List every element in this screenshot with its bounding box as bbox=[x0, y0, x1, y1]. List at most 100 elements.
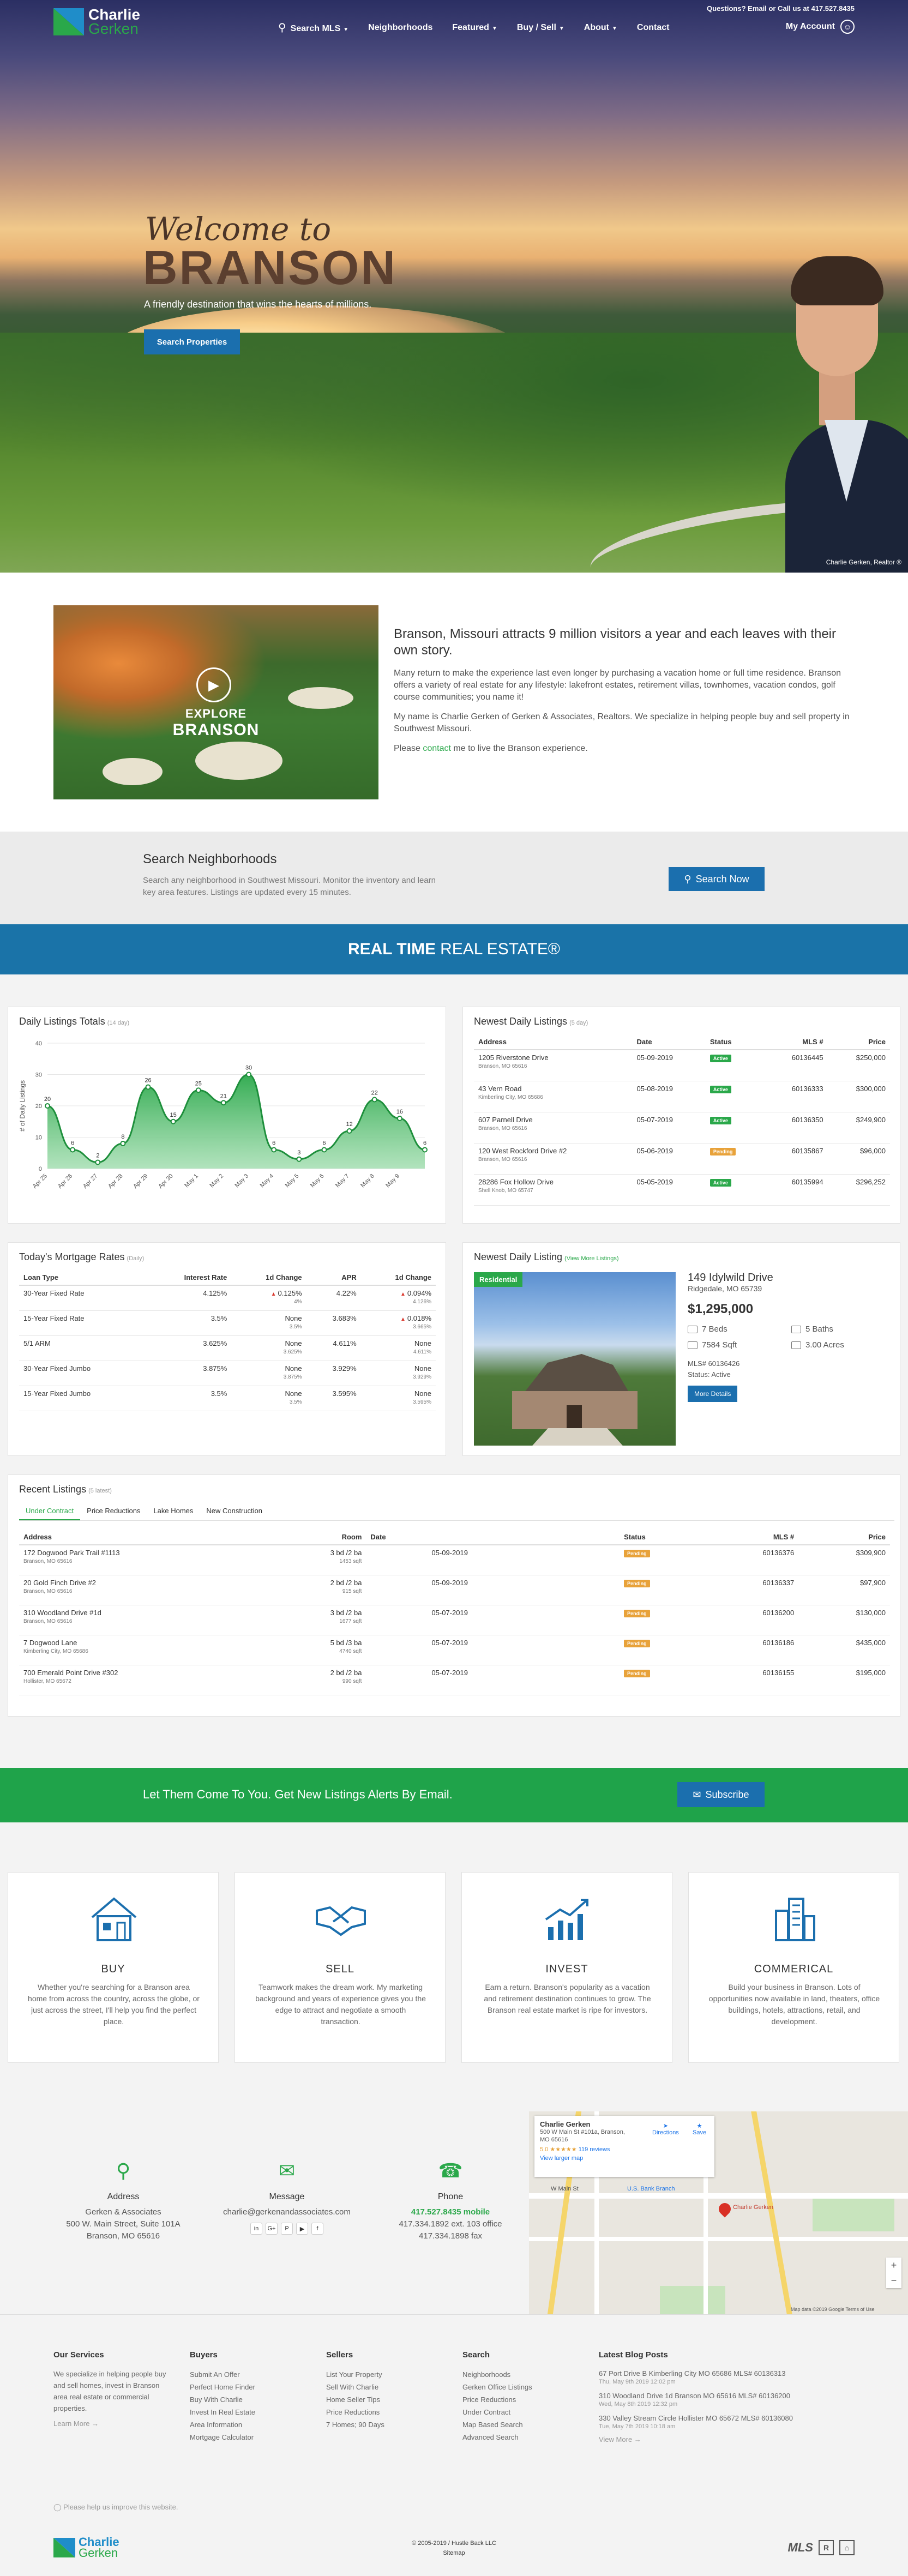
view-more-listings-link[interactable]: (View More Listings) bbox=[564, 1255, 618, 1262]
data-point[interactable] bbox=[271, 1147, 277, 1153]
zoom-control[interactable]: + − bbox=[886, 2258, 901, 2288]
data-point[interactable] bbox=[321, 1147, 327, 1153]
table-row[interactable]: 120 West Rockford Drive #2 Branson, MO 65… bbox=[474, 1143, 890, 1175]
row-address[interactable]: 172 Dogwood Park Trail #1113 bbox=[23, 1549, 120, 1557]
nav-item-3[interactable]: Buy / Sell ▼ bbox=[517, 23, 564, 33]
footer-link[interactable]: Area Information bbox=[190, 2418, 299, 2431]
footer-link[interactable]: Mortgage Calculator bbox=[190, 2431, 299, 2443]
row-address[interactable]: 607 Parnell Drive bbox=[478, 1116, 533, 1124]
sitemap-link[interactable]: Sitemap bbox=[443, 2550, 465, 2556]
google-map[interactable]: Charlie Gerken W Main St U.S. Bank Branc… bbox=[529, 2111, 908, 2314]
footer-link[interactable]: Map Based Search bbox=[462, 2418, 572, 2431]
footer-link[interactable]: Perfect Home Finder bbox=[190, 2381, 299, 2393]
data-point[interactable] bbox=[422, 1147, 428, 1153]
footer-link[interactable]: Gerken Office Listings bbox=[462, 2381, 572, 2393]
data-point[interactable] bbox=[220, 1100, 226, 1106]
service-card-invest[interactable]: INVEST Earn a return. Branson's popularit… bbox=[461, 1872, 672, 2063]
nav-item-5[interactable]: Contact bbox=[637, 23, 670, 33]
row-address[interactable]: 310 Woodland Drive #1d bbox=[23, 1609, 101, 1617]
footer-link[interactable]: Sell With Charlie bbox=[326, 2381, 435, 2393]
data-point[interactable] bbox=[195, 1087, 201, 1093]
service-card-buy[interactable]: BUY Whether you're searching for a Branso… bbox=[8, 1872, 219, 2063]
data-point[interactable] bbox=[45, 1103, 50, 1109]
table-row[interactable]: 700 Emerald Point Drive #302 Hollister, M… bbox=[19, 1665, 890, 1695]
facebook-icon[interactable]: f bbox=[311, 2223, 323, 2235]
footer-link[interactable]: Under Contract bbox=[462, 2406, 572, 2418]
listing-photo[interactable]: Residential bbox=[474, 1272, 676, 1446]
table-row[interactable]: 20 Gold Finch Drive #2 Branson, MO 65616 2… bbox=[19, 1575, 890, 1605]
row-address[interactable]: 7 Dogwood Lane bbox=[23, 1639, 77, 1647]
data-point[interactable] bbox=[145, 1084, 151, 1090]
play-icon[interactable]: ▶ bbox=[196, 667, 231, 702]
table-row[interactable]: 1205 Riverstone Drive Branson, MO 65616 05… bbox=[474, 1050, 890, 1081]
footer-link[interactable]: 7 Homes; 90 Days bbox=[326, 2418, 435, 2431]
learn-more-link[interactable]: Learn More → bbox=[53, 2419, 173, 2428]
listing-address[interactable]: 149 Idylwild Drive bbox=[688, 1271, 895, 1284]
tab-new-construction[interactable]: New Construction bbox=[200, 1502, 269, 1520]
blog-post-title[interactable]: 67 Port Drive B Kimberling City MO 65686… bbox=[599, 2368, 855, 2379]
site-logo[interactable]: Charlie Gerken bbox=[53, 7, 140, 37]
service-card-sell[interactable]: SELL Teamwork makes the dream work. My ma… bbox=[234, 1872, 446, 2063]
blog-post-title[interactable]: 310 Woodland Drive 1d Branson MO 65616 M… bbox=[599, 2391, 855, 2401]
data-point[interactable] bbox=[371, 1097, 377, 1103]
email-link[interactable]: charlie@gerkenandassociates.com bbox=[223, 2207, 351, 2217]
subscribe-button[interactable]: ✉ Subscribe bbox=[677, 1782, 765, 1807]
nav-item-2[interactable]: Featured ▼ bbox=[452, 23, 497, 33]
nav-item-1[interactable]: Neighborhoods bbox=[368, 23, 432, 33]
table-row[interactable]: 43 Vern Road Kimberling City, MO 65686 05-… bbox=[474, 1081, 890, 1112]
row-address[interactable]: 700 Emerald Point Drive #302 bbox=[23, 1669, 118, 1677]
mobile-phone[interactable]: 417.527.8435 mobile bbox=[380, 2206, 521, 2218]
linkedin-icon[interactable]: in bbox=[250, 2223, 262, 2235]
data-point[interactable] bbox=[170, 1118, 176, 1124]
tab-price-reductions[interactable]: Price Reductions bbox=[80, 1502, 147, 1520]
view-more-posts-link[interactable]: View More → bbox=[599, 2435, 855, 2443]
explore-video[interactable]: ▶ EXPLORE BRANSON bbox=[53, 605, 378, 799]
row-address[interactable]: 120 West Rockford Drive #2 bbox=[478, 1147, 567, 1155]
google-plus-icon[interactable]: G+ bbox=[266, 2223, 278, 2235]
directions-button[interactable]: ➤ Directions bbox=[652, 2122, 679, 2136]
nav-item-4[interactable]: About ▼ bbox=[584, 23, 617, 33]
table-row[interactable]: 7 Dogwood Lane Kimberling City, MO 65686 5… bbox=[19, 1635, 890, 1665]
map-pin-icon[interactable] bbox=[716, 2200, 733, 2218]
footer-link[interactable]: Price Reductions bbox=[326, 2406, 435, 2418]
feedback-link[interactable]: ◯ Please help us improve this website. bbox=[53, 2503, 178, 2512]
nav-item-0[interactable]: ⚲ Search MLS ▼ bbox=[278, 21, 348, 34]
service-card-commerical[interactable]: COMMERICAL Build your business in Branson… bbox=[688, 1872, 899, 2063]
search-now-button[interactable]: ⚲ Search Now bbox=[669, 867, 765, 891]
footer-link[interactable]: Invest In Real Estate bbox=[190, 2406, 299, 2418]
view-larger-map-link[interactable]: View larger map bbox=[540, 2155, 709, 2162]
my-account-link[interactable]: My Account ☺ bbox=[786, 20, 855, 34]
blog-post-title[interactable]: 330 Valley Stream Circle Hollister MO 65… bbox=[599, 2413, 855, 2423]
pinterest-icon[interactable]: P bbox=[281, 2223, 293, 2235]
data-point[interactable] bbox=[396, 1116, 402, 1121]
table-row[interactable]: 28286 Fox Hollow Drive Shell Knob, MO 657… bbox=[474, 1174, 890, 1206]
office-phone[interactable]: 417.334.1892 ext. 103 office bbox=[380, 2218, 521, 2230]
data-point[interactable] bbox=[346, 1128, 352, 1134]
top-contact[interactable]: Questions? Email or Call us at 417.527.8… bbox=[707, 4, 855, 13]
row-address[interactable]: 1205 Riverstone Drive bbox=[478, 1054, 549, 1062]
save-button[interactable]: ★ Save bbox=[693, 2122, 706, 2136]
contact-link[interactable]: contact bbox=[423, 744, 451, 753]
data-point[interactable] bbox=[120, 1141, 126, 1146]
footer-link[interactable]: Neighborhoods bbox=[462, 2368, 572, 2381]
data-point[interactable] bbox=[296, 1156, 302, 1162]
tab-under-contract[interactable]: Under Contract bbox=[19, 1502, 81, 1520]
more-details-button[interactable]: More Details bbox=[688, 1386, 738, 1402]
footer-link[interactable]: List Your Property bbox=[326, 2368, 435, 2381]
footer-link[interactable]: Buy With Charlie bbox=[190, 2393, 299, 2406]
footer-link[interactable]: Home Seller Tips bbox=[326, 2393, 435, 2406]
table-row[interactable]: 172 Dogwood Park Trail #1113 Branson, MO … bbox=[19, 1545, 890, 1575]
footer-link[interactable]: Submit An Offer bbox=[190, 2368, 299, 2381]
tab-lake-homes[interactable]: Lake Homes bbox=[147, 1502, 200, 1520]
data-point[interactable] bbox=[246, 1072, 252, 1078]
youtube-icon[interactable]: ▶ bbox=[296, 2223, 308, 2235]
search-properties-button[interactable]: Search Properties bbox=[144, 329, 240, 354]
row-address[interactable]: 20 Gold Finch Drive #2 bbox=[23, 1579, 96, 1587]
footer-link[interactable]: Advanced Search bbox=[462, 2431, 572, 2443]
row-address[interactable]: 43 Vern Road bbox=[478, 1085, 522, 1093]
table-row[interactable]: 310 Woodland Drive #1d Branson, MO 65616 3… bbox=[19, 1605, 890, 1635]
row-address[interactable]: 28286 Fox Hollow Drive bbox=[478, 1178, 554, 1186]
footer-link[interactable]: Price Reductions bbox=[462, 2393, 572, 2406]
table-row[interactable]: 607 Parnell Drive Branson, MO 65616 05-07-… bbox=[474, 1112, 890, 1143]
data-point[interactable] bbox=[70, 1147, 76, 1153]
